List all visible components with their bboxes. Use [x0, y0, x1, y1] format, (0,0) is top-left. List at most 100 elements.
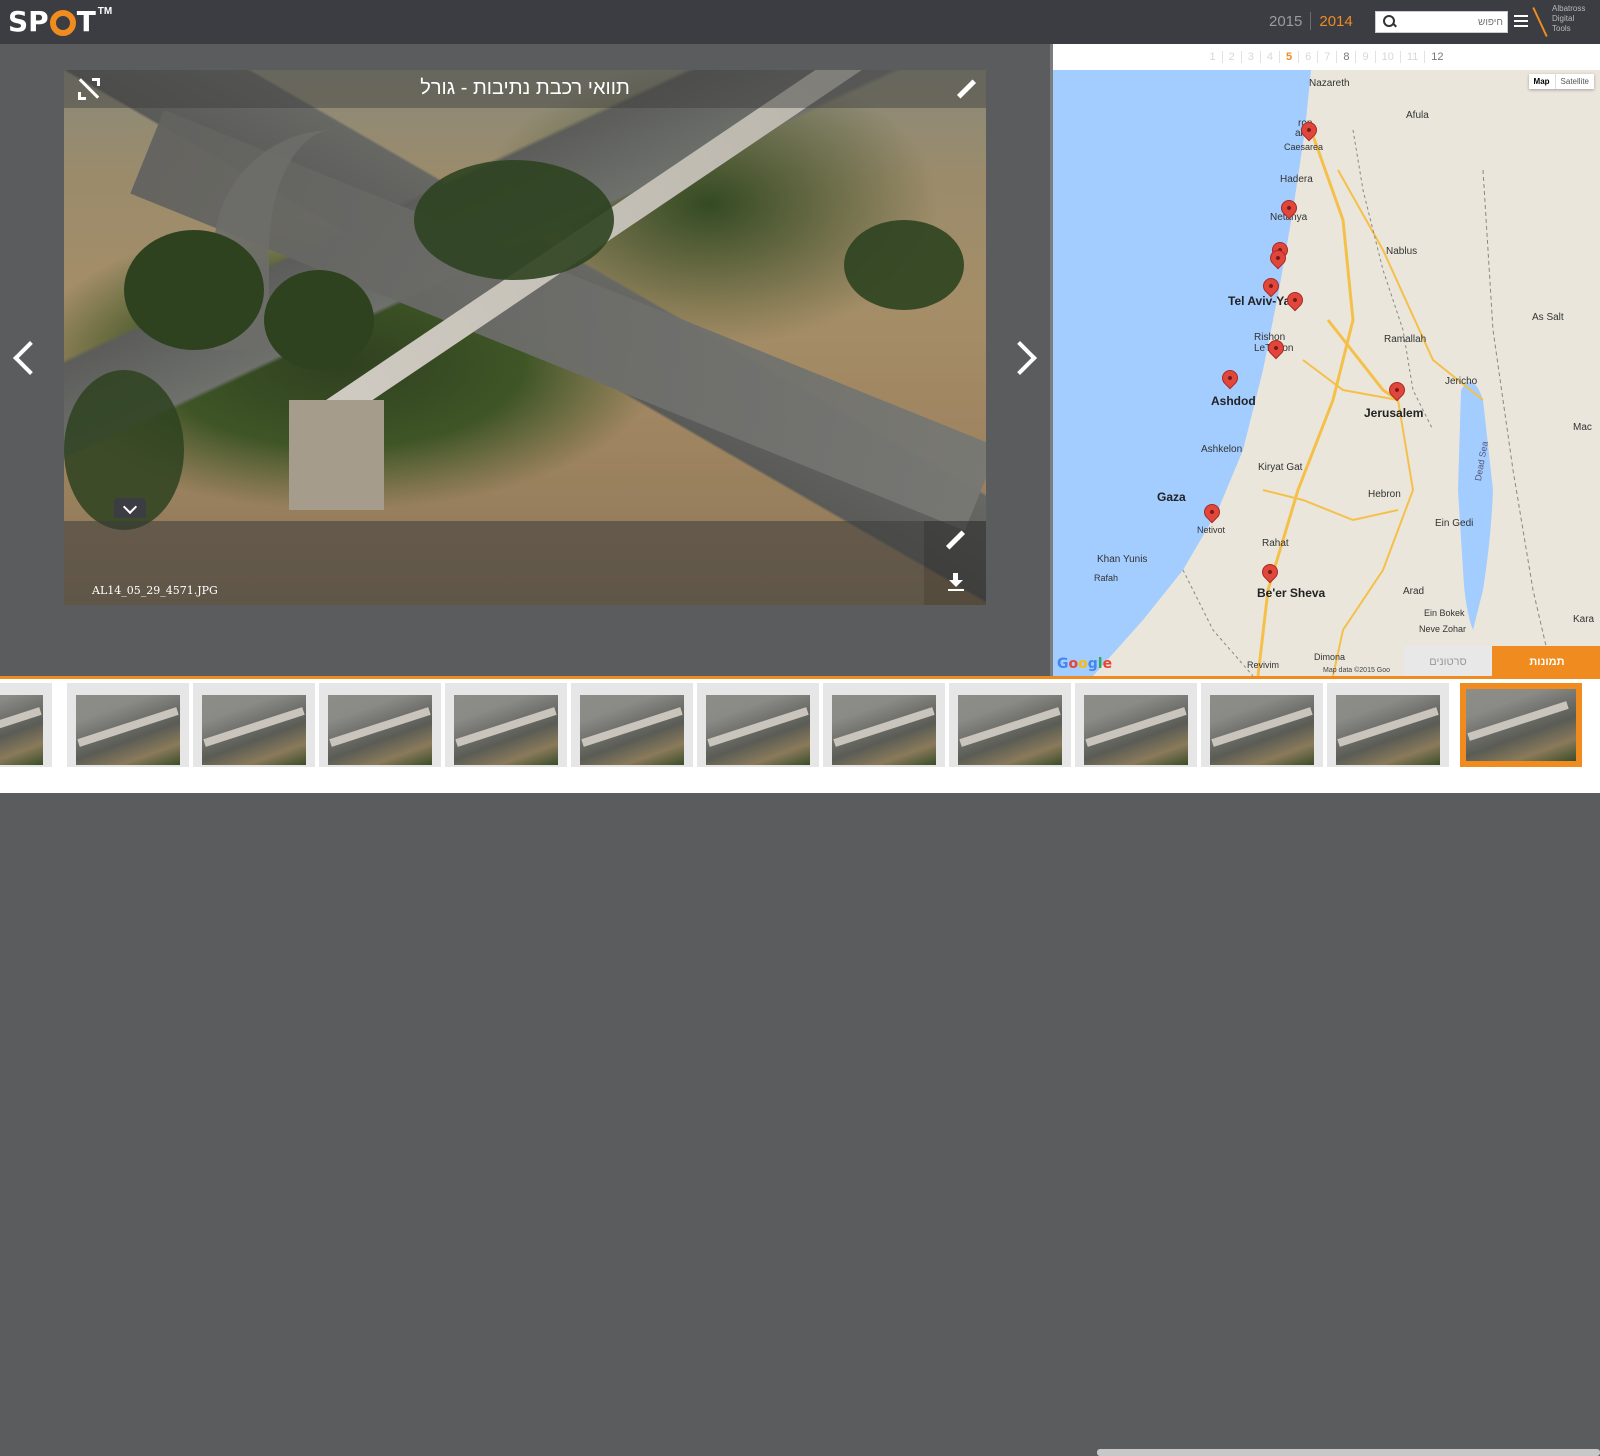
thumbnail[interactable]: [67, 683, 189, 767]
filmstrip-scrollbar[interactable]: [1097, 1449, 1600, 1456]
ruler-mark[interactable]: 10: [1376, 51, 1401, 63]
ruler-mark[interactable]: 3: [1242, 51, 1261, 63]
map-type-map-button[interactable]: Map: [1529, 74, 1556, 89]
map-city-label: Rahat: [1262, 538, 1289, 549]
map-city-label: Hebron: [1368, 489, 1401, 500]
albatross-logo-icon: [1532, 4, 1548, 40]
fullscreen-expand-icon[interactable]: [78, 78, 100, 100]
map-city-label: Ein Bokek: [1424, 608, 1465, 618]
top-bar: SP T TM 2015 2014 Albatross Digital Tools: [0, 0, 1600, 44]
previous-arrow-icon[interactable]: [10, 339, 34, 373]
logo-text-end: T: [76, 5, 96, 38]
photo-info-bar: AL14_05_29_4571.JPG: [64, 521, 924, 605]
thumbnail[interactable]: [823, 683, 945, 767]
map-city-label: As Salt: [1532, 312, 1564, 323]
year-selector: 2015 2014: [1269, 12, 1353, 30]
albatross-brand[interactable]: Albatross Digital Tools: [1532, 4, 1585, 40]
ruler-mark-active[interactable]: 5: [1280, 51, 1300, 63]
map-city-label: Arad: [1403, 586, 1425, 597]
map-city-label: Rafah: [1094, 573, 1119, 583]
search-box: [1375, 11, 1508, 33]
photo-bridge-pier: [289, 400, 384, 510]
year-2014[interactable]: 2014: [1319, 13, 1352, 30]
ruler-mark[interactable]: 8: [1337, 51, 1357, 63]
thumbnail-filmstrip: [0, 679, 1600, 1456]
thumbnail[interactable]: [949, 683, 1071, 767]
thumbnail[interactable]: [445, 683, 567, 767]
ruler-mark[interactable]: 11: [1401, 51, 1426, 63]
edit-title-pencil-icon[interactable]: [956, 80, 976, 100]
thumbnail[interactable]: [319, 683, 441, 767]
map-city-label: Khan Yunis: [1097, 554, 1148, 565]
thumbnail[interactable]: [571, 683, 693, 767]
map-city-label: Jerusalem: [1364, 406, 1424, 420]
thumbnail[interactable]: [697, 683, 819, 767]
brand-line-2: Digital: [1552, 14, 1575, 23]
search-input[interactable]: [1398, 13, 1503, 31]
ruler-mark[interactable]: 2: [1223, 51, 1242, 63]
map-city-label: Caesarea: [1284, 142, 1324, 152]
thumbnail[interactable]: [1075, 683, 1197, 767]
ruler-mark[interactable]: 4: [1261, 51, 1280, 63]
logo-tm: TM: [97, 6, 113, 17]
map-graphics: [1053, 70, 1554, 676]
thumbnail[interactable]: [193, 683, 315, 767]
photo-tree: [844, 220, 964, 310]
map-attribution[interactable]: Map data ©2015 Goo: [1323, 667, 1390, 674]
photo-tree: [264, 270, 374, 370]
map-city-label: Neve Zohar: [1419, 624, 1467, 634]
brand-line-3: Tools: [1552, 24, 1571, 33]
thumbnail-active[interactable]: [1460, 683, 1582, 767]
ruler-mark[interactable]: 7: [1318, 51, 1338, 63]
map-view[interactable]: Nazareth Afula ron akov Caesarea Hadera …: [1053, 70, 1600, 676]
search-icon[interactable]: [1380, 13, 1398, 31]
photo-filename: AL14_05_29_4571.JPG: [92, 584, 218, 597]
map-city-label: Nazareth: [1309, 78, 1350, 89]
photo-actions: [924, 521, 986, 605]
map-city-label: Ramallah: [1384, 334, 1427, 345]
ruler-mark[interactable]: 6: [1299, 51, 1319, 63]
map-city-label: Ein Gedi: [1435, 518, 1474, 529]
map-city-label: Revivim: [1247, 660, 1280, 670]
map-type-satellite-button[interactable]: Satellite: [1556, 74, 1594, 89]
tab-photos[interactable]: תמונות: [1492, 646, 1600, 688]
year-divider: [1310, 12, 1312, 30]
map-city-label: Nablus: [1386, 246, 1418, 257]
thumbnail[interactable]: [1327, 683, 1449, 767]
ruler-mark[interactable]: 12: [1425, 51, 1449, 63]
map-city-label: Kara: [1573, 614, 1595, 625]
map-city-label: Netivot: [1197, 525, 1226, 535]
photo-tree: [414, 160, 614, 280]
tab-videos[interactable]: סרטונים: [1404, 646, 1492, 678]
map-city-label: Afula: [1406, 110, 1429, 121]
map-city-label: Ashdod: [1211, 394, 1256, 408]
map-city-label: Mac: [1573, 422, 1592, 433]
map-type-toggle: Map Satellite: [1528, 74, 1594, 89]
thumbnail[interactable]: [0, 683, 52, 767]
zoom-ruler: 1 2 3 4 5 6 7 8 9 10 11 12: [1053, 44, 1600, 70]
map-city-label: Dimona: [1314, 652, 1346, 662]
year-2015[interactable]: 2015: [1269, 13, 1302, 30]
photo-title: תוואי רכבת נתיבות - גורל: [64, 70, 986, 108]
download-icon[interactable]: [948, 573, 964, 591]
map-city-label: Ashkelon: [1201, 444, 1243, 455]
thumbnail[interactable]: [1201, 683, 1323, 767]
map-city-label: Kiryat Gat: [1258, 462, 1303, 473]
photo-tree: [124, 230, 264, 350]
ruler-mark[interactable]: 9: [1356, 51, 1376, 63]
ruler-mark[interactable]: 1: [1203, 51, 1223, 63]
google-logo[interactable]: Google: [1057, 656, 1112, 672]
spot-logo[interactable]: SP T TM: [8, 6, 112, 38]
logo-o-icon: [49, 10, 76, 36]
brand-line-1: Albatross: [1552, 4, 1586, 13]
next-arrow-icon[interactable]: [1012, 339, 1036, 373]
hamburger-menu-icon[interactable]: [1514, 15, 1528, 27]
edit-pencil-icon[interactable]: [945, 531, 965, 551]
media-tabs: סרטונים תמונות: [1404, 646, 1600, 688]
logo-text: SP: [8, 5, 49, 38]
main-photo[interactable]: תוואי רכבת נתיבות - גורל AL14_05_29_4571…: [64, 70, 986, 605]
map-city-label: Jericho: [1445, 376, 1478, 387]
map-panel: 1 2 3 4 5 6 7 8 9 10 11 12 Nazareth Aful…: [1050, 44, 1600, 688]
collapse-chevron-down-icon[interactable]: [114, 498, 146, 518]
map-city-label: Be'er Sheva: [1257, 586, 1326, 600]
